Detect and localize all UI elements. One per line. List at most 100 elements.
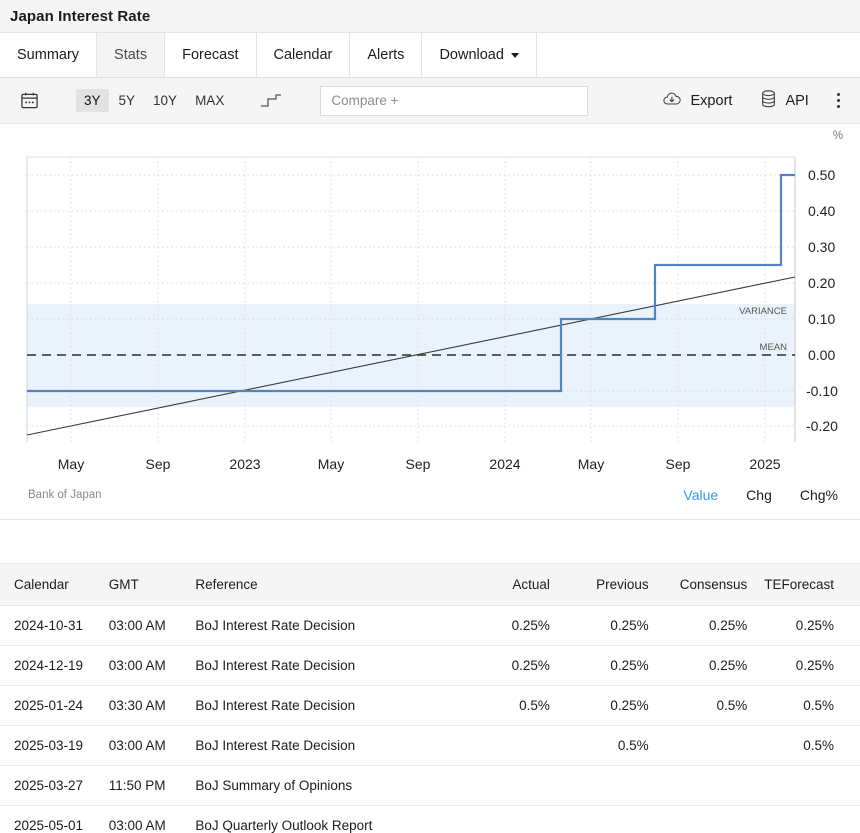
svg-text:May: May [58, 456, 84, 472]
svg-text:0.00: 0.00 [808, 347, 835, 363]
tab-bar: Summary Stats Forecast Calendar Alerts D… [0, 33, 860, 78]
y-axis-tick-labels: 0.50 0.40 0.30 0.20 0.10 0.00 -0.10 -0.2… [806, 167, 838, 434]
cell-teforecast [761, 806, 860, 833]
calendar-table-head: Calendar GMT Reference Actual Previous C… [0, 564, 860, 606]
col-header-consensus[interactable]: Consensus [663, 564, 762, 606]
export-label: Export [691, 93, 733, 109]
cell-calendar: 2024-10-31 [0, 606, 109, 646]
tab-download[interactable]: Download [422, 33, 537, 77]
cell-consensus [663, 726, 762, 766]
page-header: Japan Interest Rate [0, 0, 860, 33]
cell-reference: BoJ Interest Rate Decision [195, 686, 465, 726]
cell-previous [564, 806, 663, 833]
tab-summary[interactable]: Summary [0, 33, 97, 77]
series-toggle-chg[interactable]: Chg [746, 487, 772, 503]
svg-text:Sep: Sep [666, 456, 691, 472]
col-header-calendar[interactable]: Calendar [0, 564, 109, 606]
svg-text:Sep: Sep [146, 456, 171, 472]
cell-calendar: 2025-03-27 [0, 766, 109, 806]
svg-text:2023: 2023 [229, 456, 260, 472]
table-row[interactable]: 2024-10-31 03:00 AM BoJ Interest Rate De… [0, 606, 860, 646]
tab-download-label: Download [439, 47, 504, 63]
svg-text:0.40: 0.40 [808, 203, 835, 219]
cell-teforecast: 0.5% [761, 686, 860, 726]
cell-actual [465, 766, 564, 806]
cell-calendar: 2025-03-19 [0, 726, 109, 766]
cell-gmt: 03:30 AM [109, 686, 196, 726]
cell-actual: 0.25% [465, 646, 564, 686]
y-axis-unit: % [833, 130, 843, 142]
col-header-previous[interactable]: Previous [564, 564, 663, 606]
page-title: Japan Interest Rate [10, 8, 150, 25]
cell-reference: BoJ Summary of Opinions [195, 766, 465, 806]
col-header-teforecast[interactable]: TEForecast [761, 564, 860, 606]
chart-plot-area: % [0, 124, 860, 519]
export-button[interactable]: Export [648, 91, 747, 111]
cell-gmt: 03:00 AM [109, 646, 196, 686]
tab-stats-label: Stats [114, 47, 147, 63]
calendar-table: Calendar GMT Reference Actual Previous C… [0, 563, 860, 833]
cell-reference: BoJ Interest Rate Decision [195, 606, 465, 646]
api-label: API [785, 93, 808, 109]
section-spacer [0, 520, 860, 563]
svg-text:-0.10: -0.10 [806, 383, 838, 399]
col-header-gmt[interactable]: GMT [109, 564, 196, 606]
chart-source-label: Bank of Japan [28, 489, 102, 501]
table-row[interactable]: 2025-03-19 03:00 AM BoJ Interest Rate De… [0, 726, 860, 766]
tab-forecast-label: Forecast [182, 47, 238, 63]
table-header-row: Calendar GMT Reference Actual Previous C… [0, 564, 860, 606]
cell-consensus: 0.25% [663, 646, 762, 686]
range-3y[interactable]: 3Y [76, 89, 109, 112]
series-toggle-value[interactable]: Value [683, 487, 718, 503]
calendar-table-body: 2024-10-31 03:00 AM BoJ Interest Rate De… [0, 606, 860, 833]
step-chart-icon[interactable] [260, 93, 282, 109]
api-button[interactable]: API [746, 90, 822, 112]
tab-alerts[interactable]: Alerts [350, 33, 422, 77]
svg-text:May: May [578, 456, 604, 472]
database-icon [760, 90, 777, 112]
calendar-icon[interactable] [14, 86, 44, 116]
cell-gmt: 03:00 AM [109, 806, 196, 833]
range-10y[interactable]: 10Y [145, 89, 185, 112]
tab-calendar[interactable]: Calendar [257, 33, 351, 77]
tab-stats[interactable]: Stats [97, 33, 165, 77]
cell-actual [465, 726, 564, 766]
cell-reference: BoJ Interest Rate Decision [195, 726, 465, 766]
table-row[interactable]: 2025-01-24 03:30 AM BoJ Interest Rate De… [0, 686, 860, 726]
col-header-actual[interactable]: Actual [465, 564, 564, 606]
cell-gmt: 03:00 AM [109, 606, 196, 646]
svg-text:-0.20: -0.20 [806, 418, 838, 434]
tab-forecast[interactable]: Forecast [165, 33, 256, 77]
cell-previous: 0.5% [564, 726, 663, 766]
mean-line-label: MEAN [760, 342, 788, 353]
cell-actual: 0.5% [465, 686, 564, 726]
cell-actual [465, 806, 564, 833]
cell-teforecast: 0.25% [761, 606, 860, 646]
range-5y[interactable]: 5Y [111, 89, 144, 112]
cell-gmt: 11:50 PM [109, 766, 196, 806]
cell-calendar: 2025-05-01 [0, 806, 109, 833]
table-row[interactable]: 2025-05-01 03:00 AM BoJ Quarterly Outloo… [0, 806, 860, 833]
cell-consensus: 0.5% [663, 686, 762, 726]
cell-previous [564, 766, 663, 806]
cell-calendar: 2024-12-19 [0, 646, 109, 686]
svg-text:2024: 2024 [489, 456, 520, 472]
cell-teforecast: 0.25% [761, 646, 860, 686]
compare-input[interactable] [320, 86, 588, 116]
svg-text:0.50: 0.50 [808, 167, 835, 183]
cell-reference: BoJ Quarterly Outlook Report [195, 806, 465, 833]
variance-band-label: VARIANCE [739, 306, 787, 317]
kebab-menu-icon[interactable] [823, 93, 846, 109]
series-toggle-chgpct[interactable]: Chg% [800, 487, 838, 503]
range-max[interactable]: MAX [187, 89, 232, 112]
table-row[interactable]: 2025-03-27 11:50 PM BoJ Summary of Opini… [0, 766, 860, 806]
svg-text:0.20: 0.20 [808, 275, 835, 291]
svg-text:0.30: 0.30 [808, 239, 835, 255]
cell-previous: 0.25% [564, 606, 663, 646]
table-row[interactable]: 2024-12-19 03:00 AM BoJ Interest Rate De… [0, 646, 860, 686]
svg-text:Sep: Sep [406, 456, 431, 472]
col-header-reference[interactable]: Reference [195, 564, 465, 606]
tab-bar-filler [537, 33, 860, 77]
x-axis-tick-labels: May Sep 2023 May Sep 2024 May Sep 2025 [58, 456, 781, 472]
chart-card: 3Y 5Y 10Y MAX Export [0, 78, 860, 520]
